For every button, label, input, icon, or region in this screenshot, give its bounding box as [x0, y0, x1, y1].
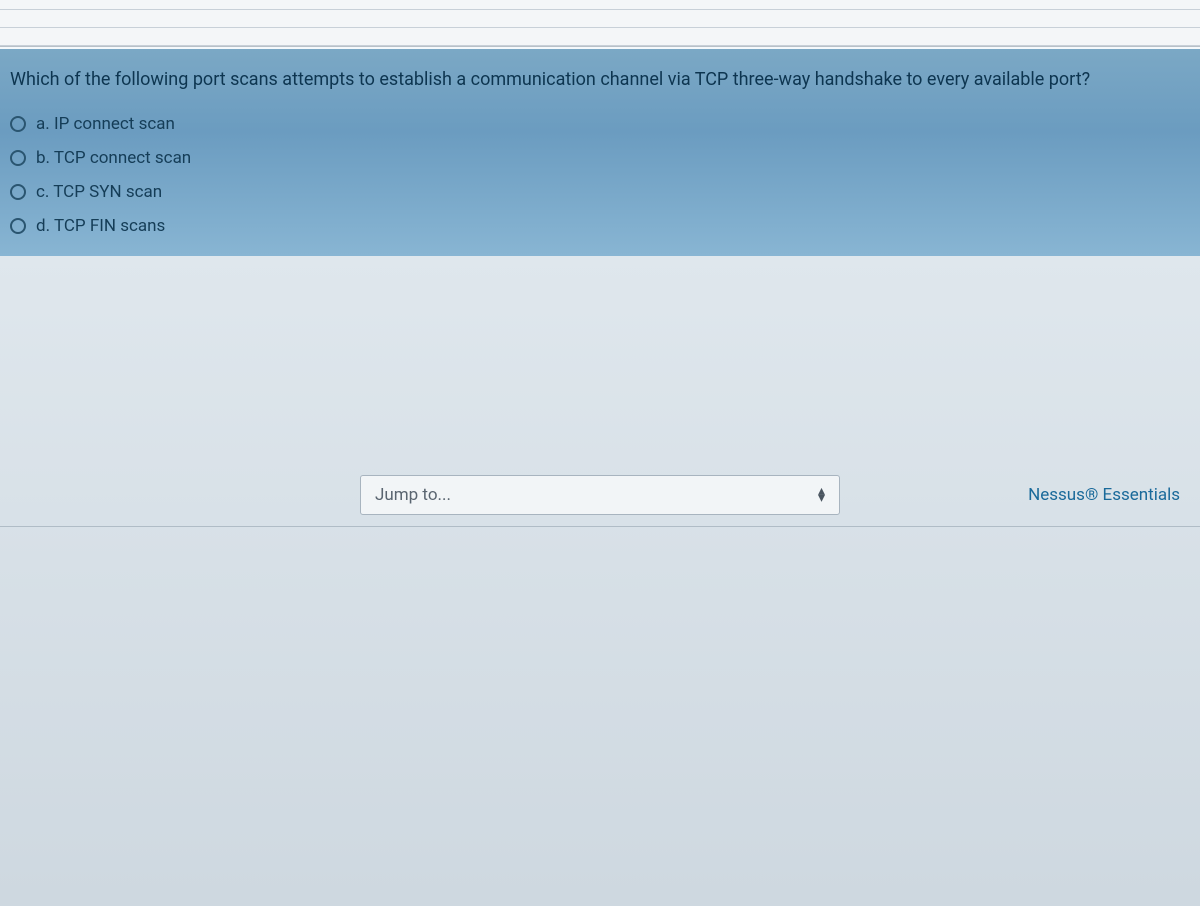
option-b-label: b. TCP connect scan: [36, 148, 191, 168]
divider-line: [0, 526, 1200, 527]
radio-icon: [10, 184, 26, 200]
top-bar-3: [0, 28, 1200, 46]
top-bar-1: [0, 0, 1200, 10]
radio-icon: [10, 218, 26, 234]
option-a[interactable]: a. IP connect scan: [10, 114, 1190, 134]
option-a-label: a. IP connect scan: [36, 114, 175, 134]
bottom-area: Jump to... ▴▾ Nessus® Essentials: [0, 256, 1200, 906]
option-d[interactable]: d. TCP FIN scans: [10, 216, 1190, 236]
question-panel: Which of the following port scans attemp…: [0, 47, 1200, 256]
radio-icon: [10, 150, 26, 166]
nav-row: Jump to... ▴▾ Nessus® Essentials: [0, 471, 1200, 519]
jump-to-text: Jump to...: [375, 485, 451, 505]
top-bar-2: [0, 10, 1200, 28]
nessus-essentials-link[interactable]: Nessus® Essentials: [1028, 485, 1180, 505]
option-c[interactable]: c. TCP SYN scan: [10, 182, 1190, 202]
option-b[interactable]: b. TCP connect scan: [10, 148, 1190, 168]
select-arrows-icon: ▴▾: [818, 488, 825, 502]
top-bars: [0, 0, 1200, 47]
question-text: Which of the following port scans attemp…: [10, 67, 1190, 92]
option-d-label: d. TCP FIN scans: [36, 216, 165, 236]
jump-to-select[interactable]: Jump to... ▴▾: [360, 475, 840, 515]
option-c-label: c. TCP SYN scan: [36, 182, 162, 202]
radio-icon: [10, 116, 26, 132]
options-group: a. IP connect scan b. TCP connect scan c…: [10, 114, 1190, 236]
